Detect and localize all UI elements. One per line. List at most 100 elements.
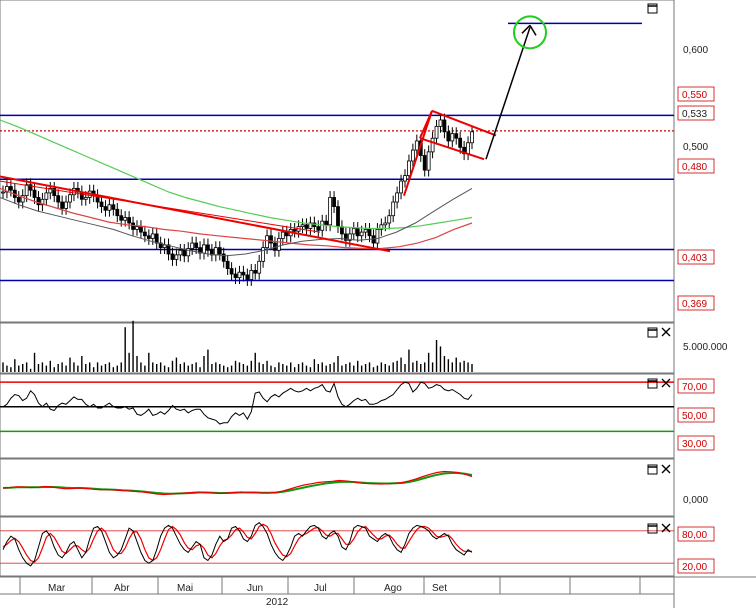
volume-bar-22 bbox=[89, 362, 91, 372]
stoch-level-label-20: 20,00 bbox=[682, 562, 707, 573]
volume-bar-69 bbox=[274, 367, 276, 372]
candle-body-67 bbox=[265, 235, 269, 249]
panel-frame-3 bbox=[0, 458, 675, 517]
candle-body-74 bbox=[292, 228, 297, 232]
candle-body-11 bbox=[44, 192, 49, 200]
candle-body-28 bbox=[111, 204, 116, 210]
candle-body-68 bbox=[269, 235, 273, 244]
volume-bar-11 bbox=[45, 365, 48, 372]
volume-bar-26 bbox=[104, 364, 107, 372]
volume-bar-20 bbox=[81, 356, 83, 372]
candle-body-44 bbox=[174, 254, 179, 260]
level-label-0533: 0,533 bbox=[682, 109, 707, 120]
volume-bar-19 bbox=[77, 365, 79, 372]
candle-body-34 bbox=[135, 226, 139, 230]
volume-bar-8 bbox=[33, 352, 36, 372]
volume-bar-62 bbox=[246, 365, 249, 372]
volume-bar-74 bbox=[293, 367, 296, 372]
candle-body-39 bbox=[154, 233, 159, 244]
candle-body-66 bbox=[261, 247, 266, 262]
volume-bar-89 bbox=[353, 365, 355, 372]
volume-bar-48 bbox=[191, 364, 193, 372]
candle-body-100 bbox=[395, 192, 400, 203]
volume-bar-4 bbox=[18, 365, 20, 372]
candle-body-38 bbox=[150, 233, 155, 239]
volume-bar-7 bbox=[29, 368, 32, 372]
volume-bar-104 bbox=[412, 362, 414, 372]
candle-body-86 bbox=[340, 226, 344, 235]
volume-bar-102 bbox=[404, 364, 406, 372]
volume-bar-107 bbox=[424, 362, 426, 372]
volume-bar-3 bbox=[14, 359, 16, 372]
volume-bar-95 bbox=[376, 365, 379, 372]
candle-body-35 bbox=[139, 226, 143, 233]
candle-body-93 bbox=[367, 228, 372, 237]
volume-bar-82 bbox=[325, 365, 327, 372]
volume-bar-23 bbox=[92, 367, 95, 372]
volume-bar-117 bbox=[463, 360, 465, 372]
year-label: 2012 bbox=[266, 597, 289, 608]
volume-bar-106 bbox=[420, 364, 422, 372]
volume-bar-115 bbox=[455, 357, 457, 372]
volume-bar-37 bbox=[148, 352, 150, 372]
candle-body-114 bbox=[450, 133, 455, 142]
candle-body-84 bbox=[332, 197, 336, 207]
candle-body-4 bbox=[16, 197, 21, 203]
candle-body-51 bbox=[202, 244, 206, 254]
candle-body-48 bbox=[190, 242, 195, 249]
volume-bar-10 bbox=[41, 362, 44, 372]
month-label-jun: Jun bbox=[247, 583, 263, 594]
volume-bar-42 bbox=[167, 367, 170, 372]
candle-body-16 bbox=[64, 201, 68, 209]
panel-frame-4 bbox=[0, 516, 675, 577]
volume-bar-75 bbox=[297, 364, 300, 372]
volume-bar-9 bbox=[37, 364, 40, 372]
volume-bar-52 bbox=[207, 349, 209, 372]
volume-bar-65 bbox=[258, 362, 260, 372]
volume-bar-46 bbox=[183, 362, 185, 372]
volume-bar-1 bbox=[6, 365, 8, 372]
candle-body-46 bbox=[182, 249, 187, 257]
volume-bar-68 bbox=[270, 365, 272, 372]
candle-body-118 bbox=[466, 142, 470, 155]
candle-body-58 bbox=[229, 268, 234, 275]
volume-bar-28 bbox=[112, 367, 115, 372]
volume-bar-50 bbox=[199, 367, 201, 372]
month-label-set: Set bbox=[432, 583, 447, 594]
volume-bar-41 bbox=[163, 365, 166, 372]
volume-bar-15 bbox=[61, 362, 63, 372]
candle-body-113 bbox=[446, 131, 451, 142]
candle-body-90 bbox=[355, 228, 360, 237]
volume-bar-118 bbox=[467, 362, 469, 372]
candle-body-33 bbox=[131, 222, 135, 230]
candle-body-21 bbox=[83, 197, 88, 200]
volume-bar-101 bbox=[400, 357, 402, 372]
candle-body-95 bbox=[375, 228, 380, 244]
volume-bar-43 bbox=[171, 360, 174, 372]
volume-bar-86 bbox=[341, 365, 343, 372]
volume-bar-40 bbox=[159, 362, 162, 372]
volume-bar-81 bbox=[321, 362, 323, 372]
volume-bar-16 bbox=[65, 365, 67, 372]
candle-body-101 bbox=[399, 180, 403, 194]
volume-bar-83 bbox=[329, 364, 331, 372]
candle-body-105 bbox=[414, 140, 419, 151]
candle-body-112 bbox=[442, 119, 447, 133]
candle-body-107 bbox=[422, 155, 427, 171]
volume-bar-110 bbox=[435, 340, 438, 372]
volume-bar-33 bbox=[132, 320, 134, 372]
volume-bar-94 bbox=[372, 367, 375, 372]
volume-bar-44 bbox=[175, 357, 178, 372]
volume-bar-25 bbox=[100, 365, 103, 372]
volume-bar-100 bbox=[396, 360, 398, 372]
candle-body-77 bbox=[304, 224, 309, 229]
candle-body-111 bbox=[438, 119, 443, 127]
candle-body-45 bbox=[178, 249, 183, 256]
candle-body-103 bbox=[407, 160, 411, 176]
volume-bar-60 bbox=[238, 362, 241, 372]
volume-bar-6 bbox=[25, 362, 28, 372]
volume-bar-96 bbox=[380, 362, 383, 372]
candle-body-82 bbox=[324, 220, 329, 226]
candle-body-83 bbox=[328, 197, 333, 226]
volume-bar-72 bbox=[286, 365, 288, 372]
